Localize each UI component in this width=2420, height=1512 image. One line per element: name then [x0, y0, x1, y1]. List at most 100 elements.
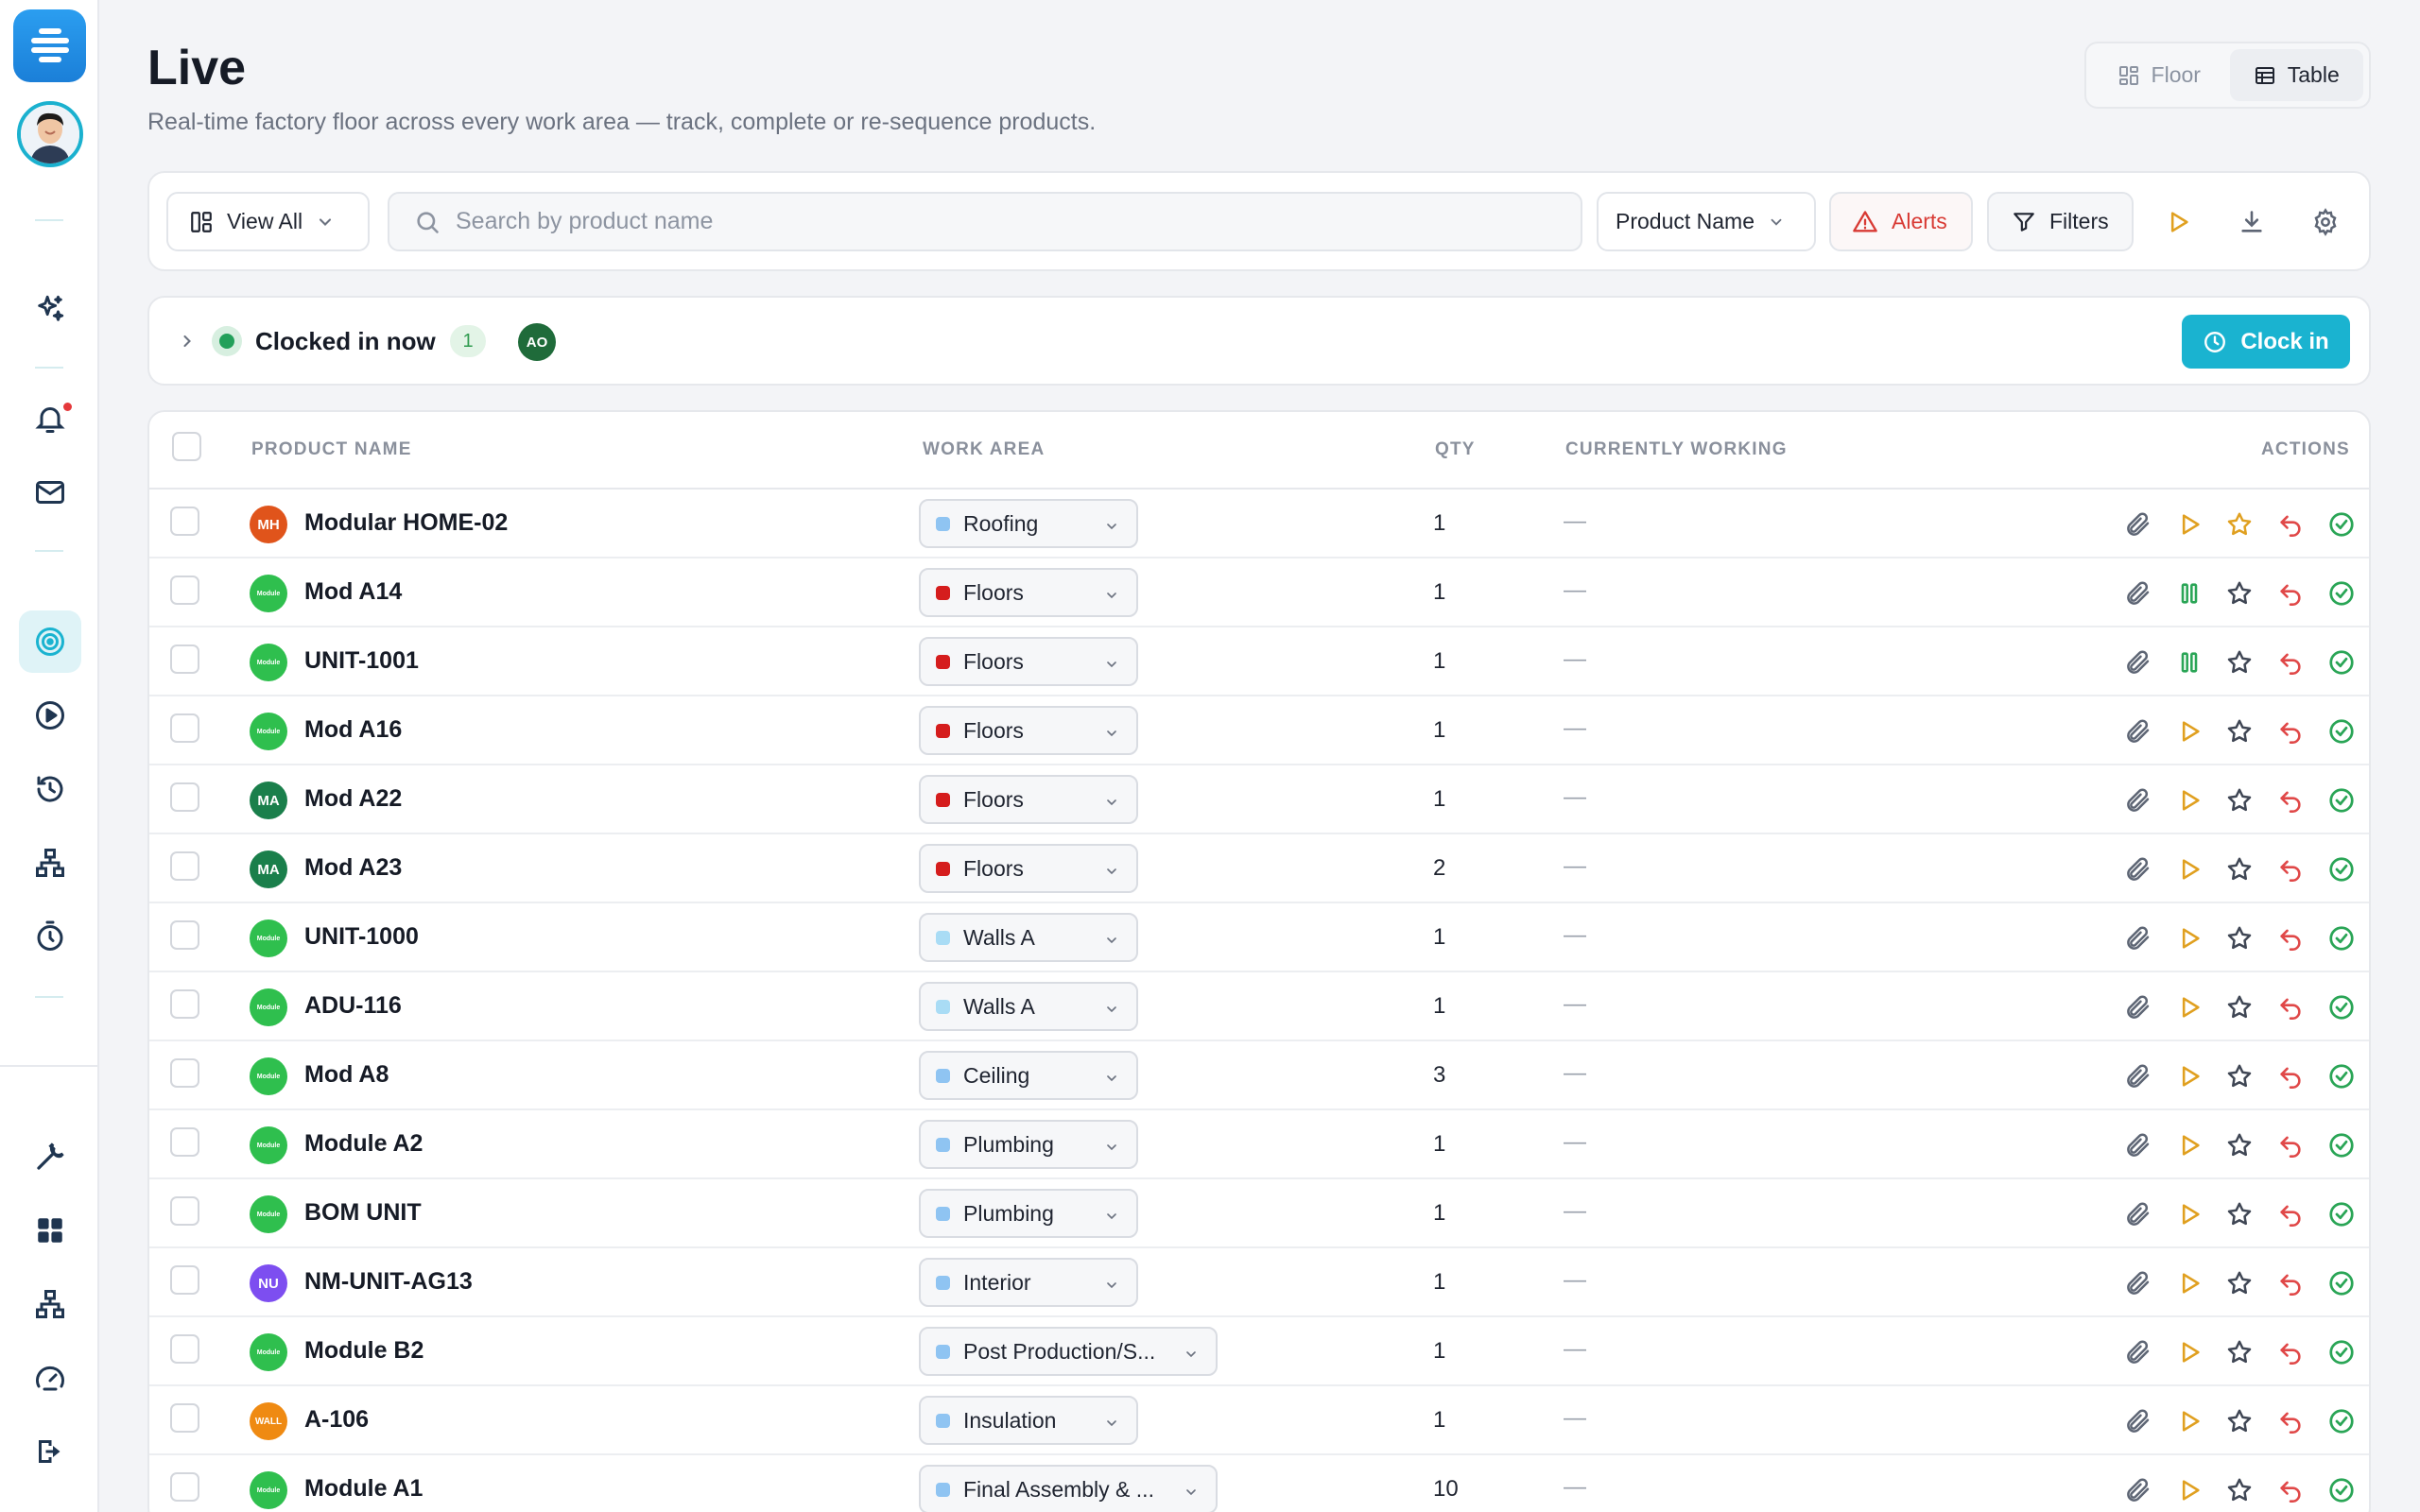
search-input[interactable] — [456, 208, 1543, 235]
undo-button[interactable] — [2274, 577, 2307, 610]
table-row[interactable]: NU NM-UNIT-AG13 Interior 1 — — [149, 1248, 2369, 1317]
row-checkbox[interactable] — [170, 782, 199, 812]
complete-button[interactable] — [2325, 646, 2358, 679]
star-button[interactable] — [2223, 922, 2256, 954]
alerts-button[interactable]: Alerts — [1829, 192, 1973, 251]
star-button[interactable] — [2223, 577, 2256, 610]
sidebar-item-performance[interactable] — [19, 1347, 81, 1409]
product-name[interactable]: Mod A8 — [304, 1061, 389, 1089]
start-button[interactable] — [2173, 1336, 2205, 1368]
product-name[interactable]: UNIT-1000 — [304, 923, 419, 951]
table-row[interactable]: MA Mod A23 Floors 2 — — [149, 834, 2369, 903]
work-area-select[interactable]: Ceiling — [919, 1051, 1138, 1100]
complete-button[interactable] — [2325, 1336, 2358, 1368]
start-button[interactable] — [2173, 1405, 2205, 1437]
undo-button[interactable] — [2274, 715, 2307, 747]
table-row[interactable]: Module UNIT-1000 Walls A 1 — — [149, 903, 2369, 972]
work-area-select[interactable]: Plumbing — [919, 1120, 1138, 1169]
sidebar-item-ai[interactable] — [19, 278, 81, 340]
start-button[interactable] — [2173, 1060, 2205, 1092]
undo-button[interactable] — [2274, 1060, 2307, 1092]
work-area-select[interactable]: Floors — [919, 568, 1138, 617]
row-checkbox[interactable] — [170, 1127, 199, 1157]
complete-button[interactable] — [2325, 1267, 2358, 1299]
star-button[interactable] — [2223, 715, 2256, 747]
table-row[interactable]: MA Mod A22 Floors 1 — — [149, 765, 2369, 834]
start-button[interactable] — [2173, 991, 2205, 1023]
download-button[interactable] — [2231, 201, 2273, 243]
complete-button[interactable] — [2325, 1474, 2358, 1506]
product-name[interactable]: BOM UNIT — [304, 1199, 422, 1227]
user-avatar[interactable] — [17, 101, 83, 167]
row-checkbox[interactable] — [170, 851, 199, 881]
table-row[interactable]: MH Modular HOME-02 Roofing 1 — — [149, 490, 2369, 558]
complete-button[interactable] — [2325, 1060, 2358, 1092]
attachments-button[interactable] — [2122, 991, 2154, 1023]
complete-button[interactable] — [2325, 577, 2358, 610]
start-button[interactable] — [2173, 715, 2205, 747]
complete-button[interactable] — [2325, 715, 2358, 747]
complete-button[interactable] — [2325, 853, 2358, 885]
complete-button[interactable] — [2325, 922, 2358, 954]
start-button[interactable] — [2173, 1474, 2205, 1506]
product-name[interactable]: Module A2 — [304, 1130, 423, 1158]
sidebar-item-timer[interactable] — [19, 905, 81, 968]
product-name[interactable]: Module B2 — [304, 1337, 424, 1365]
attachments-button[interactable] — [2122, 577, 2154, 610]
undo-button[interactable] — [2274, 1267, 2307, 1299]
complete-button[interactable] — [2325, 508, 2358, 541]
sidebar-item-dashboard[interactable] — [19, 1199, 81, 1262]
sidebar-item-mail[interactable] — [19, 461, 81, 524]
sidebar-item-logout[interactable] — [19, 1420, 81, 1483]
column-header-product-name[interactable]: PRODUCT NAME — [251, 439, 412, 460]
product-name[interactable]: Mod A14 — [304, 578, 402, 606]
sidebar-item-history[interactable] — [19, 758, 81, 820]
star-button[interactable] — [2223, 784, 2256, 816]
sidebar-item-tools[interactable] — [19, 1125, 81, 1188]
app-logo-icon[interactable] — [13, 9, 86, 82]
attachments-button[interactable] — [2122, 715, 2154, 747]
product-name[interactable]: Mod A23 — [304, 854, 402, 882]
work-area-select[interactable]: Floors — [919, 706, 1138, 755]
product-name[interactable]: A-106 — [304, 1406, 369, 1434]
pause-button[interactable] — [2173, 577, 2205, 610]
undo-button[interactable] — [2274, 1198, 2307, 1230]
row-checkbox[interactable] — [170, 713, 199, 743]
attachments-button[interactable] — [2122, 1198, 2154, 1230]
play-all-button[interactable] — [2157, 201, 2199, 243]
work-area-select[interactable]: Walls A — [919, 913, 1138, 962]
work-area-select[interactable]: Plumbing — [919, 1189, 1138, 1238]
star-button[interactable] — [2223, 1474, 2256, 1506]
table-row[interactable]: Module Module A1 Final Assembly & ... 10 — — [149, 1455, 2369, 1512]
row-checkbox[interactable] — [170, 576, 199, 605]
star-button[interactable] — [2223, 1129, 2256, 1161]
complete-button[interactable] — [2325, 991, 2358, 1023]
column-header-qty[interactable]: QTY — [1435, 439, 1476, 460]
work-area-select[interactable]: Floors — [919, 775, 1138, 824]
attachments-button[interactable] — [2122, 922, 2154, 954]
attachments-button[interactable] — [2122, 853, 2154, 885]
undo-button[interactable] — [2274, 1129, 2307, 1161]
row-checkbox[interactable] — [170, 1334, 199, 1364]
attachments-button[interactable] — [2122, 1267, 2154, 1299]
undo-button[interactable] — [2274, 646, 2307, 679]
clock-in-button[interactable]: Clock in — [2182, 315, 2350, 369]
complete-button[interactable] — [2325, 1405, 2358, 1437]
sidebar-item-play[interactable] — [19, 684, 81, 747]
floor-view-button[interactable]: Floor — [2092, 49, 2226, 101]
product-name[interactable]: ADU-116 — [304, 992, 402, 1020]
work-area-select[interactable]: Insulation — [919, 1396, 1138, 1445]
product-name[interactable]: Mod A16 — [304, 716, 402, 744]
table-row[interactable]: WALL A-106 Insulation 1 — — [149, 1386, 2369, 1455]
star-button[interactable] — [2223, 853, 2256, 885]
row-checkbox[interactable] — [170, 1403, 199, 1433]
undo-button[interactable] — [2274, 1405, 2307, 1437]
star-button[interactable] — [2223, 1405, 2256, 1437]
table-row[interactable]: Module Mod A8 Ceiling 3 — — [149, 1041, 2369, 1110]
product-name[interactable]: Module A1 — [304, 1475, 423, 1503]
row-checkbox[interactable] — [170, 1265, 199, 1295]
table-row[interactable]: Module Module B2 Post Production/S... 1 — — [149, 1317, 2369, 1386]
start-button[interactable] — [2173, 1267, 2205, 1299]
attachments-button[interactable] — [2122, 1129, 2154, 1161]
row-checkbox[interactable] — [170, 644, 199, 674]
